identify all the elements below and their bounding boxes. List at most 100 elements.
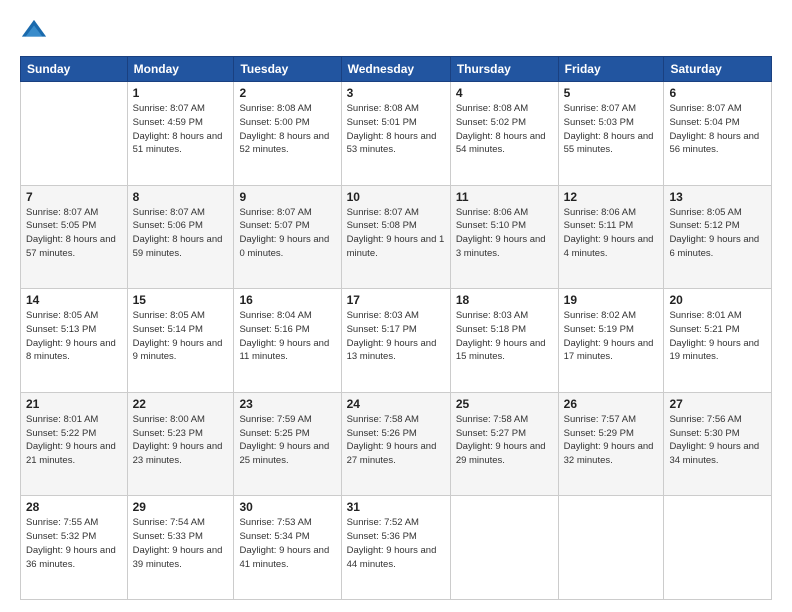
calendar-cell: 20 Sunrise: 8:01 AMSunset: 5:21 PMDayligh… — [664, 289, 772, 393]
day-number: 31 — [347, 500, 445, 514]
day-number: 13 — [669, 190, 766, 204]
calendar-cell: 18 Sunrise: 8:03 AMSunset: 5:18 PMDayligh… — [450, 289, 558, 393]
day-number: 6 — [669, 86, 766, 100]
day-info: Sunrise: 8:04 AMSunset: 5:16 PMDaylight:… — [239, 309, 335, 364]
weekday-header-thursday: Thursday — [450, 57, 558, 82]
calendar-cell: 6 Sunrise: 8:07 AMSunset: 5:04 PMDaylight… — [664, 82, 772, 186]
day-number: 25 — [456, 397, 553, 411]
calendar-cell: 19Sunrise: 8:02 AMSunset: 5:19 PMDayligh… — [558, 289, 664, 393]
calendar-cell: 27 Sunrise: 7:56 AMSunset: 5:30 PMDayligh… — [664, 392, 772, 496]
day-info: Sunrise: 7:53 AMSunset: 5:34 PMDaylight:… — [239, 516, 335, 571]
calendar-cell: 7Sunrise: 8:07 AMSunset: 5:05 PMDaylight… — [21, 185, 128, 289]
calendar-cell: 30 Sunrise: 7:53 AMSunset: 5:34 PMDayligh… — [234, 496, 341, 600]
day-info: Sunrise: 7:56 AMSunset: 5:30 PMDaylight:… — [669, 413, 766, 468]
day-number: 17 — [347, 293, 445, 307]
day-number: 14 — [26, 293, 122, 307]
logo — [20, 18, 52, 46]
day-number: 11 — [456, 190, 553, 204]
day-info: Sunrise: 7:52 AMSunset: 5:36 PMDaylight:… — [347, 516, 445, 571]
calendar-cell: 21 Sunrise: 8:01 AMSunset: 5:22 PMDayligh… — [21, 392, 128, 496]
day-info: Sunrise: 8:07 AMSunset: 5:03 PMDaylight:… — [564, 102, 659, 157]
day-number: 10 — [347, 190, 445, 204]
weekday-header-tuesday: Tuesday — [234, 57, 341, 82]
day-info: Sunrise: 8:07 AMSunset: 5:04 PMDaylight:… — [669, 102, 766, 157]
day-info: Sunrise: 8:08 AMSunset: 5:01 PMDaylight:… — [347, 102, 445, 157]
calendar-cell: 14 Sunrise: 8:05 AMSunset: 5:13 PMDayligh… — [21, 289, 128, 393]
calendar-cell: 1 Sunrise: 8:07 AMSunset: 4:59 PMDaylight… — [127, 82, 234, 186]
day-number: 12 — [564, 190, 659, 204]
calendar-cell: 26 Sunrise: 7:57 AMSunset: 5:29 PMDayligh… — [558, 392, 664, 496]
weekday-header-monday: Monday — [127, 57, 234, 82]
day-number: 28 — [26, 500, 122, 514]
day-info: Sunrise: 8:02 AMSunset: 5:19 PMDaylight:… — [564, 309, 659, 364]
day-number: 30 — [239, 500, 335, 514]
day-number: 1 — [133, 86, 229, 100]
calendar-table: SundayMondayTuesdayWednesdayThursdayFrid… — [20, 56, 772, 600]
logo-icon — [20, 18, 48, 46]
day-number: 26 — [564, 397, 659, 411]
weekday-header-saturday: Saturday — [664, 57, 772, 82]
calendar-cell — [558, 496, 664, 600]
day-info: Sunrise: 8:07 AMSunset: 4:59 PMDaylight:… — [133, 102, 229, 157]
day-number: 3 — [347, 86, 445, 100]
day-number: 7 — [26, 190, 122, 204]
day-info: Sunrise: 7:58 AMSunset: 5:27 PMDaylight:… — [456, 413, 553, 468]
day-info: Sunrise: 8:08 AMSunset: 5:00 PMDaylight:… — [239, 102, 335, 157]
day-info: Sunrise: 8:00 AMSunset: 5:23 PMDaylight:… — [133, 413, 229, 468]
day-info: Sunrise: 7:57 AMSunset: 5:29 PMDaylight:… — [564, 413, 659, 468]
calendar-cell: 22 Sunrise: 8:00 AMSunset: 5:23 PMDayligh… — [127, 392, 234, 496]
calendar-week-row: 7Sunrise: 8:07 AMSunset: 5:05 PMDaylight… — [21, 185, 772, 289]
calendar-week-row: 28 Sunrise: 7:55 AMSunset: 5:32 PMDayligh… — [21, 496, 772, 600]
day-number: 22 — [133, 397, 229, 411]
calendar-cell: 24Sunrise: 7:58 AMSunset: 5:26 PMDayligh… — [341, 392, 450, 496]
day-info: Sunrise: 8:03 AMSunset: 5:17 PMDaylight:… — [347, 309, 445, 364]
weekday-header-sunday: Sunday — [21, 57, 128, 82]
calendar-cell: 4Sunrise: 8:08 AMSunset: 5:02 PMDaylight… — [450, 82, 558, 186]
calendar-week-row: 21 Sunrise: 8:01 AMSunset: 5:22 PMDayligh… — [21, 392, 772, 496]
day-info: Sunrise: 8:01 AMSunset: 5:22 PMDaylight:… — [26, 413, 122, 468]
page: SundayMondayTuesdayWednesdayThursdayFrid… — [0, 0, 792, 612]
day-number: 27 — [669, 397, 766, 411]
day-info: Sunrise: 8:07 AMSunset: 5:07 PMDaylight:… — [239, 206, 335, 261]
calendar-cell: 16Sunrise: 8:04 AMSunset: 5:16 PMDayligh… — [234, 289, 341, 393]
header — [20, 18, 772, 46]
weekday-header-row: SundayMondayTuesdayWednesdayThursdayFrid… — [21, 57, 772, 82]
calendar-cell — [21, 82, 128, 186]
day-info: Sunrise: 7:55 AMSunset: 5:32 PMDaylight:… — [26, 516, 122, 571]
day-info: Sunrise: 8:08 AMSunset: 5:02 PMDaylight:… — [456, 102, 553, 157]
day-info: Sunrise: 8:03 AMSunset: 5:18 PMDaylight:… — [456, 309, 553, 364]
weekday-header-friday: Friday — [558, 57, 664, 82]
day-number: 5 — [564, 86, 659, 100]
calendar-cell: 15 Sunrise: 8:05 AMSunset: 5:14 PMDayligh… — [127, 289, 234, 393]
calendar-cell: 5 Sunrise: 8:07 AMSunset: 5:03 PMDaylight… — [558, 82, 664, 186]
calendar-cell: 10 Sunrise: 8:07 AMSunset: 5:08 PMDayligh… — [341, 185, 450, 289]
day-number: 20 — [669, 293, 766, 307]
day-info: Sunrise: 8:05 AMSunset: 5:14 PMDaylight:… — [133, 309, 229, 364]
day-number: 21 — [26, 397, 122, 411]
day-number: 23 — [239, 397, 335, 411]
day-number: 8 — [133, 190, 229, 204]
day-info: Sunrise: 8:05 AMSunset: 5:13 PMDaylight:… — [26, 309, 122, 364]
calendar-cell: 25 Sunrise: 7:58 AMSunset: 5:27 PMDayligh… — [450, 392, 558, 496]
day-number: 29 — [133, 500, 229, 514]
calendar-cell: 2 Sunrise: 8:08 AMSunset: 5:00 PMDaylight… — [234, 82, 341, 186]
day-info: Sunrise: 8:07 AMSunset: 5:06 PMDaylight:… — [133, 206, 229, 261]
day-number: 18 — [456, 293, 553, 307]
day-info: Sunrise: 7:54 AMSunset: 5:33 PMDaylight:… — [133, 516, 229, 571]
calendar-week-row: 1 Sunrise: 8:07 AMSunset: 4:59 PMDaylight… — [21, 82, 772, 186]
calendar-cell: 12 Sunrise: 8:06 AMSunset: 5:11 PMDayligh… — [558, 185, 664, 289]
day-info: Sunrise: 8:01 AMSunset: 5:21 PMDaylight:… — [669, 309, 766, 364]
day-info: Sunrise: 8:06 AMSunset: 5:10 PMDaylight:… — [456, 206, 553, 261]
day-info: Sunrise: 8:07 AMSunset: 5:08 PMDaylight:… — [347, 206, 445, 261]
day-info: Sunrise: 7:58 AMSunset: 5:26 PMDaylight:… — [347, 413, 445, 468]
day-info: Sunrise: 8:06 AMSunset: 5:11 PMDaylight:… — [564, 206, 659, 261]
day-number: 15 — [133, 293, 229, 307]
calendar-cell: 3 Sunrise: 8:08 AMSunset: 5:01 PMDaylight… — [341, 82, 450, 186]
calendar-cell: 9Sunrise: 8:07 AMSunset: 5:07 PMDaylight… — [234, 185, 341, 289]
calendar-week-row: 14 Sunrise: 8:05 AMSunset: 5:13 PMDayligh… — [21, 289, 772, 393]
weekday-header-wednesday: Wednesday — [341, 57, 450, 82]
calendar-cell: 23Sunrise: 7:59 AMSunset: 5:25 PMDayligh… — [234, 392, 341, 496]
day-number: 2 — [239, 86, 335, 100]
calendar-cell: 17 Sunrise: 8:03 AMSunset: 5:17 PMDayligh… — [341, 289, 450, 393]
calendar-cell: 8 Sunrise: 8:07 AMSunset: 5:06 PMDaylight… — [127, 185, 234, 289]
